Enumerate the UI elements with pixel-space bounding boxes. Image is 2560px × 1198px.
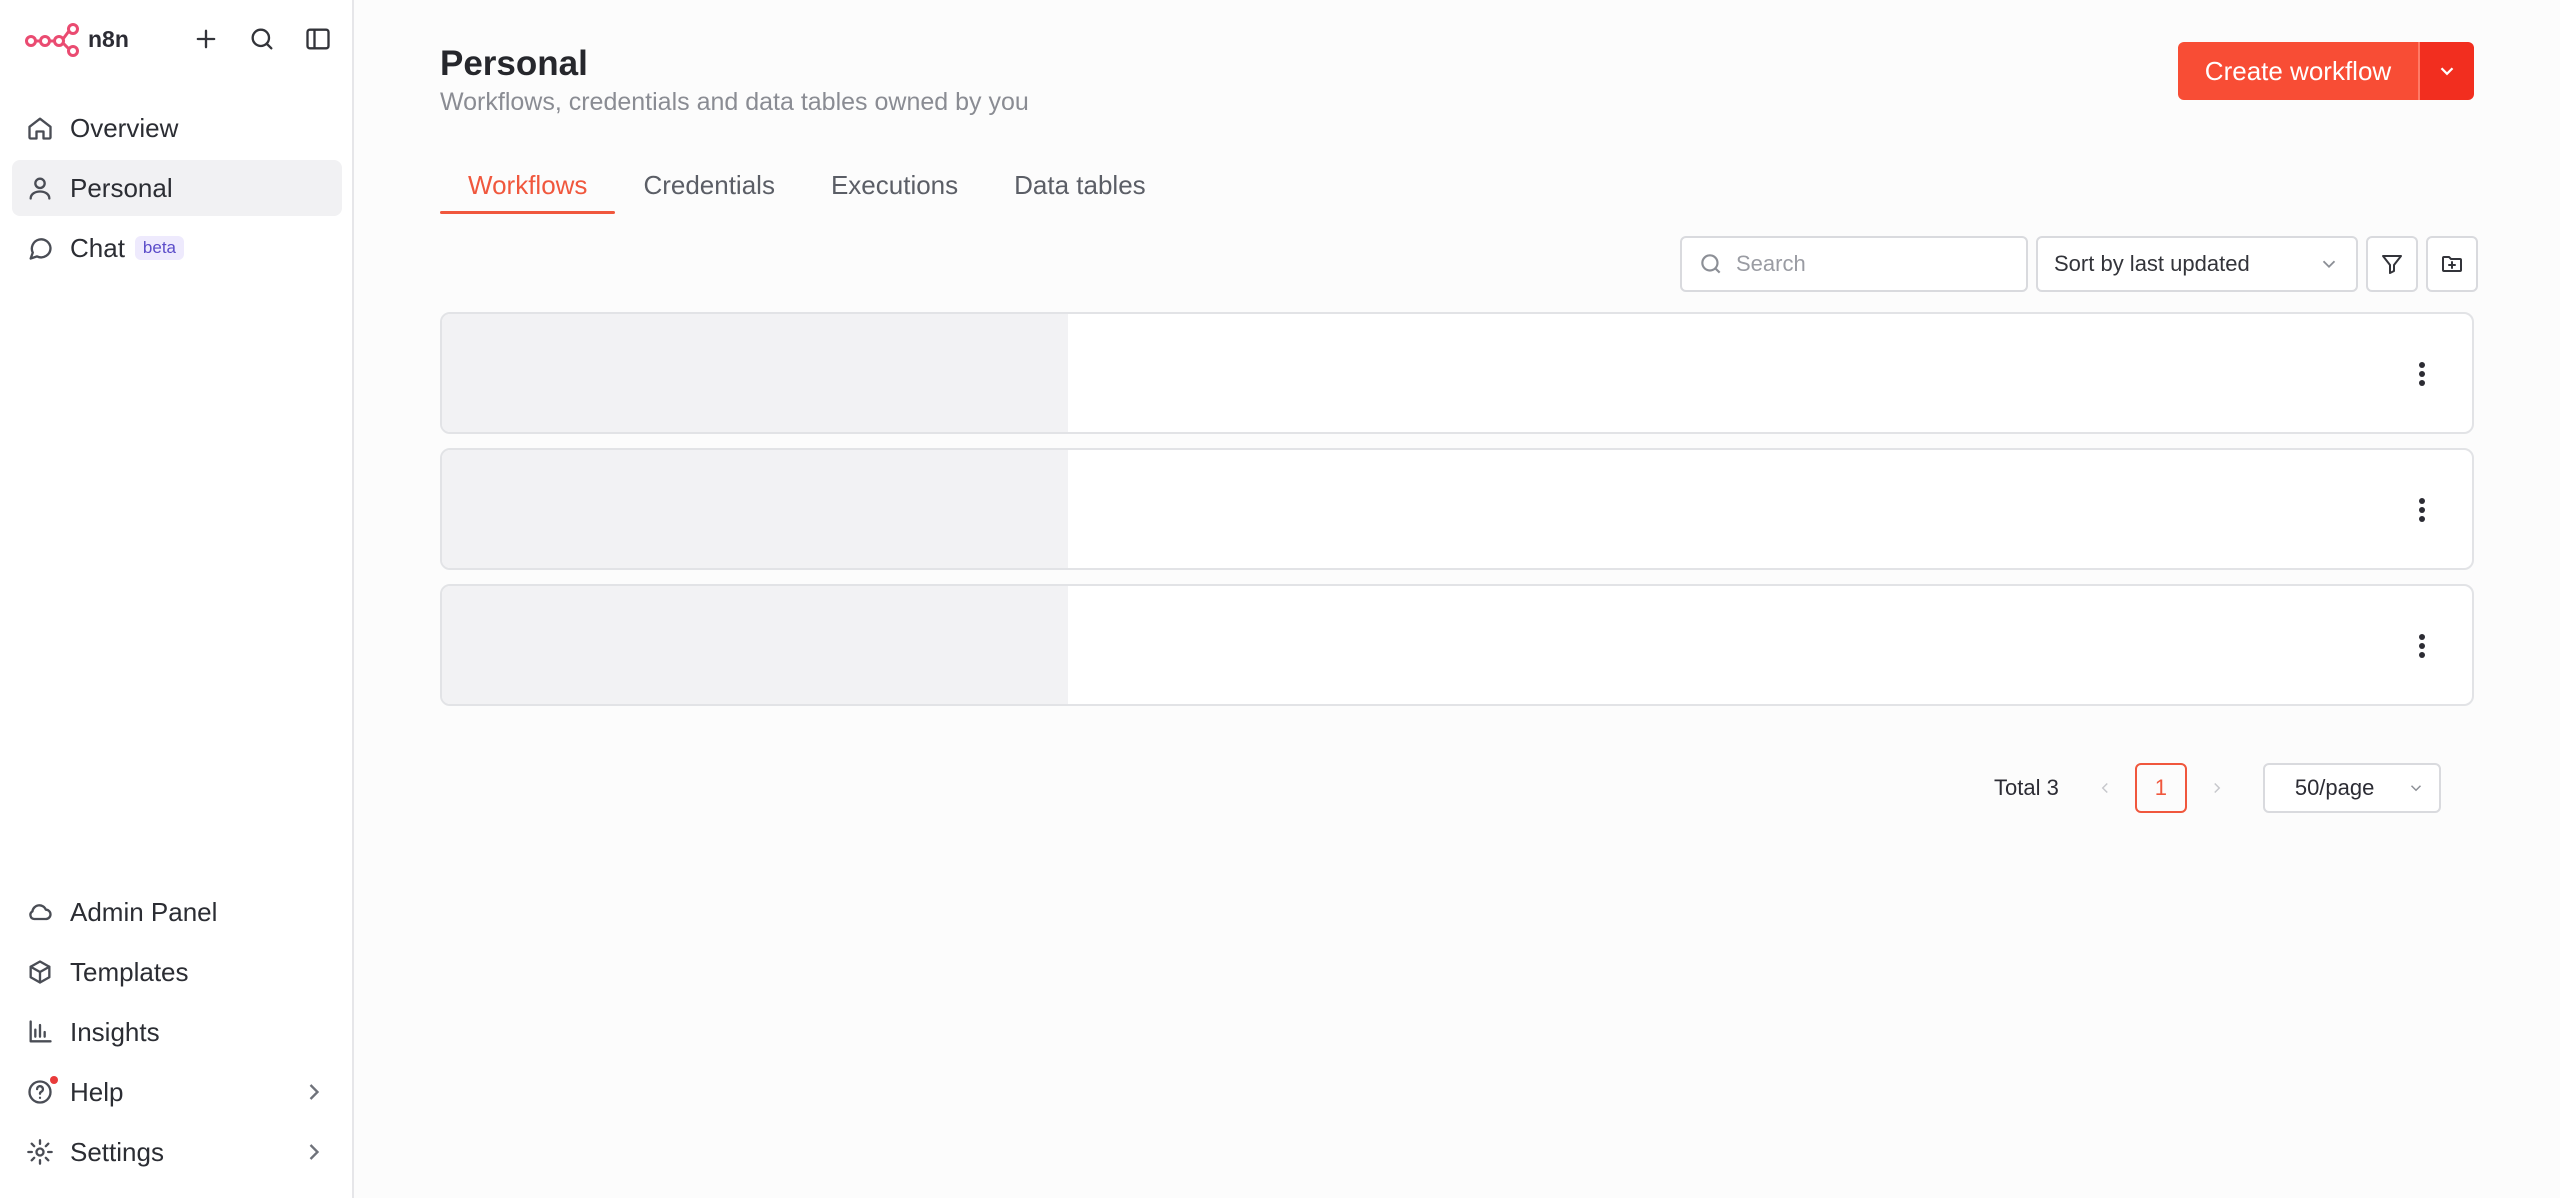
filter-icon (2382, 255, 2402, 274)
bar-chart-icon (26, 1018, 54, 1046)
brand-name: n8n (88, 25, 129, 52)
more-vertical-icon (2419, 362, 2425, 386)
sidebar-nav-top: Overview Personal Chat beta (12, 100, 342, 280)
prev-page-button[interactable] (2083, 766, 2127, 810)
page-size-select[interactable]: 50/page (2262, 763, 2441, 813)
app-window: n8n Overview Personal Chat beta Admin Pa… (0, 0, 2560, 1198)
chat-icon (26, 234, 54, 262)
add-button[interactable] (184, 20, 228, 58)
search-button[interactable] (240, 20, 284, 58)
sidebar-item-chat[interactable]: Chat beta (12, 220, 342, 276)
search-field (1680, 236, 2028, 292)
page-number-button[interactable]: 1 (2134, 763, 2187, 813)
notification-dot (50, 1076, 58, 1084)
new-folder-button[interactable] (2426, 236, 2478, 292)
sidebar-item-label: Personal (70, 172, 173, 203)
sidebar-top-actions (184, 20, 340, 58)
tabs: Workflows Credentials Executions Data ta… (440, 156, 1174, 214)
sidebar-item-label: Overview (70, 112, 179, 143)
sidebar-item-label: Settings (70, 1136, 164, 1167)
page-subtitle: Workflows, credentials and data tables o… (440, 88, 1029, 116)
chevron-down-icon (2440, 67, 2454, 76)
sidebar-item-insights[interactable]: Insights (12, 1004, 342, 1060)
tab-workflows[interactable]: Workflows (440, 156, 616, 214)
main-content: Personal Workflows, credentials and data… (354, 0, 2560, 1198)
cloud-icon (26, 898, 54, 926)
workflow-list (440, 312, 2474, 720)
user-icon (26, 174, 54, 202)
workflow-row[interactable] (440, 448, 2474, 570)
sidebar-item-help[interactable]: Help (12, 1064, 342, 1120)
search-input[interactable] (1736, 251, 2006, 277)
n8n-logo-icon (25, 23, 79, 57)
gear-icon (26, 1138, 54, 1166)
sort-select[interactable]: Sort by last updated (2036, 236, 2358, 292)
tab-credentials[interactable]: Credentials (615, 156, 803, 214)
sidebar-item-label: Insights (70, 1016, 160, 1047)
box-icon (26, 958, 54, 986)
page-title: Personal (440, 44, 588, 83)
workflow-row[interactable] (440, 584, 2474, 706)
sidebar: n8n Overview Personal Chat beta Admin Pa… (0, 0, 354, 1198)
total-count: Total 3 (1994, 775, 2059, 800)
chevron-right-icon (300, 1138, 328, 1166)
create-options-dropdown-button[interactable] (2418, 42, 2474, 100)
search-icon (251, 28, 273, 50)
filter-button[interactable] (2366, 236, 2418, 292)
chevron-right-icon (300, 1078, 328, 1106)
create-workflow-button[interactable]: Create workflow (2178, 42, 2418, 100)
more-vertical-icon (2419, 634, 2425, 658)
beta-badge: beta (134, 236, 185, 260)
toggle-sidebar-button[interactable] (296, 20, 340, 58)
sidebar-nav-bottom: Admin Panel Templates Insights Help Sett… (12, 884, 342, 1184)
create-workflow-group: Create workflow (2178, 42, 2474, 100)
sidebar-item-admin-panel[interactable]: Admin Panel (12, 884, 342, 940)
chevron-down-icon (2410, 785, 2421, 792)
workflow-row[interactable] (440, 312, 2474, 434)
more-vertical-icon (2419, 498, 2425, 522)
row-actions-button[interactable] (2406, 494, 2438, 526)
brand-row: n8n (24, 20, 340, 58)
sidebar-item-label: Chat (70, 232, 125, 263)
chevron-left-icon (2101, 782, 2108, 794)
redacted-content (442, 586, 1068, 704)
sidebar-panel-icon (306, 28, 330, 50)
sidebar-item-templates[interactable]: Templates (12, 944, 342, 1000)
redacted-content (442, 450, 1068, 568)
sidebar-item-label: Admin Panel (70, 896, 218, 927)
tab-executions[interactable]: Executions (803, 156, 986, 214)
redacted-content (442, 314, 1068, 432)
tab-data-tables[interactable]: Data tables (986, 156, 1174, 214)
list-toolbar: Sort by last updated (1680, 236, 2478, 292)
chevron-down-icon (2322, 260, 2336, 269)
sidebar-item-label: Help (70, 1076, 124, 1107)
chevron-right-icon (2214, 782, 2221, 794)
sidebar-item-overview[interactable]: Overview (12, 100, 342, 156)
page-size-value: 50/page (2294, 775, 2375, 800)
row-actions-button[interactable] (2406, 630, 2438, 662)
pagination: Total 3 1 50/page (1994, 762, 2441, 814)
sidebar-item-label: Templates (70, 956, 189, 987)
sidebar-item-personal[interactable]: Personal (12, 160, 342, 216)
home-icon (26, 114, 54, 142)
folder-plus-icon (2442, 256, 2462, 272)
sidebar-item-settings[interactable]: Settings (12, 1124, 342, 1180)
row-actions-button[interactable] (2406, 358, 2438, 390)
search-icon (1701, 254, 1721, 274)
next-page-button[interactable] (2195, 766, 2239, 810)
sort-select-value: Sort by last updated (2054, 251, 2250, 276)
plus-icon (196, 29, 216, 49)
